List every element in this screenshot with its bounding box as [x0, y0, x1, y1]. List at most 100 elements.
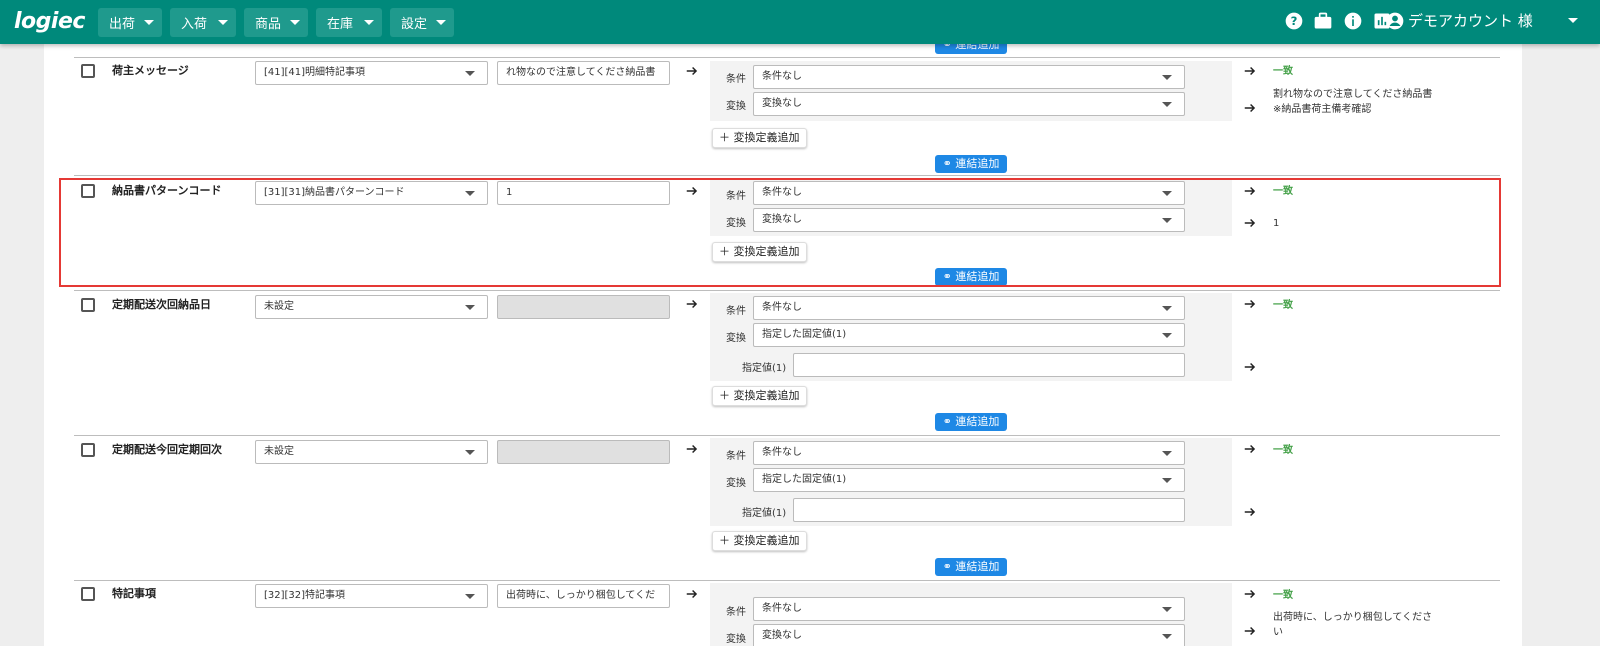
row-checkbox[interactable]: [81, 298, 95, 312]
source-field-select[interactable]: [41][41]明細特記事項: [255, 61, 488, 85]
row-checkbox[interactable]: [81, 184, 95, 198]
nav-settings-label: 設定: [401, 17, 428, 32]
add-transform-definition-button[interactable]: ＋ 変換定義追加: [712, 386, 807, 406]
mapping-panel: ⚭ 連結追加 荷主メッセージ [41][41]明細特記事項 れ物なので注意してく…: [44, 44, 1522, 646]
info-icon[interactable]: [1343, 11, 1363, 31]
transform-value: 指定した固定値(1): [762, 474, 847, 485]
row-divider: [74, 57, 1500, 58]
top-app-bar: logiec 出荷 入荷 商品 在庫 設定 ? デモアカウント 様: [0, 0, 1600, 44]
chevron-down-icon: [1162, 333, 1172, 338]
match-status: 一致: [1273, 186, 1293, 197]
row-divider: [74, 580, 1500, 581]
field-name: 定期配送次回納品日: [112, 298, 211, 311]
link-add-button[interactable]: ⚭ 連結追加: [935, 413, 1007, 431]
add-transform-definition-button[interactable]: ＋ 変換定義追加: [712, 242, 807, 262]
condition-value: 条件なし: [762, 302, 802, 313]
condition-label: 条件: [726, 306, 746, 317]
link-add-button[interactable]: ⚭ 連結追加: [935, 44, 1007, 54]
briefcase-icon[interactable]: [1313, 11, 1333, 31]
row-checkbox[interactable]: [81, 443, 95, 457]
link-add-button[interactable]: ⚭ 連結追加: [935, 268, 1007, 286]
nav-inventory-label: 在庫: [327, 17, 354, 32]
field-name: 荷主メッセージ: [112, 64, 189, 77]
match-status: 一致: [1273, 590, 1293, 601]
account-name[interactable]: デモアカウント 様: [1408, 11, 1533, 31]
link-add-label: 連結追加: [955, 44, 1000, 51]
condition-select[interactable]: 条件なし: [753, 441, 1185, 465]
condition-select[interactable]: 条件なし: [753, 181, 1185, 205]
source-field-select[interactable]: [31][31]納品書パターンコード: [255, 181, 488, 205]
sample-value-input[interactable]: 1: [497, 181, 670, 205]
chevron-down-icon: [1162, 218, 1172, 223]
arrow-right-icon: [685, 587, 699, 601]
field-name: 定期配送今回定期回次: [112, 443, 222, 456]
condition-value: 条件なし: [762, 187, 802, 198]
link-icon: ⚭: [942, 157, 956, 170]
link-add-button[interactable]: ⚭ 連結追加: [935, 155, 1007, 173]
row-checkbox[interactable]: [81, 587, 95, 601]
transform-select[interactable]: 変換なし: [753, 92, 1185, 116]
account-circle-icon[interactable]: [1385, 11, 1405, 31]
fixed-value-label: 指定値(1): [742, 508, 787, 519]
link-icon: ⚭: [942, 415, 956, 428]
link-add-button[interactable]: ⚭ 連結追加: [935, 558, 1007, 576]
fixed-value-label: 指定値(1): [742, 363, 787, 374]
link-add-label: 連結追加: [955, 415, 1000, 428]
result-value: 1: [1273, 218, 1280, 229]
nav-shipping-menu[interactable]: 出荷: [98, 8, 162, 37]
nav-inventory-menu[interactable]: 在庫: [316, 8, 382, 37]
source-field-select[interactable]: 未設定: [255, 440, 488, 464]
link-icon: ⚭: [942, 560, 956, 573]
logo[interactable]: logiec: [14, 9, 85, 34]
nav-receiving-menu[interactable]: 入荷: [170, 8, 236, 37]
transform-label: 変換: [726, 333, 746, 344]
add-transform-definition-button[interactable]: ＋ 変換定義追加: [712, 128, 807, 148]
fixed-value-input[interactable]: [793, 498, 1185, 522]
transform-select[interactable]: 変換なし: [753, 624, 1185, 646]
chevron-down-icon: [1162, 191, 1172, 196]
arrow-right-icon: [685, 64, 699, 78]
add-transform-definition-button[interactable]: ＋ 変換定義追加: [712, 531, 807, 551]
chevron-down-icon: [1162, 451, 1172, 456]
link-icon: ⚭: [942, 270, 956, 283]
help-circle-icon[interactable]: ?: [1284, 11, 1304, 31]
sample-value-input[interactable]: れ物なので注意してくださ納品書: [497, 61, 670, 85]
link-add-label: 連結追加: [955, 270, 1000, 283]
source-field-value: 未設定: [264, 446, 294, 457]
nav-settings-menu[interactable]: 設定: [390, 8, 454, 37]
transform-select[interactable]: 指定した固定値(1): [753, 323, 1185, 347]
fixed-value-input[interactable]: [793, 353, 1185, 377]
row-checkbox[interactable]: [81, 64, 95, 78]
transform-select[interactable]: 指定した固定値(1): [753, 468, 1185, 492]
link-add-label: 連結追加: [955, 560, 1000, 573]
field-name: 納品書パターンコード: [112, 184, 222, 197]
source-field-value: [41][41]明細特記事項: [264, 67, 366, 78]
chevron-down-icon[interactable]: [1568, 18, 1578, 23]
source-field-select[interactable]: [32][32]特記事項: [255, 584, 488, 608]
condition-value: 条件なし: [762, 71, 802, 82]
chevron-down-icon: [218, 20, 228, 25]
source-field-value: [32][32]特記事項: [264, 590, 346, 601]
arrow-right-icon: [685, 297, 699, 311]
condition-select[interactable]: 条件なし: [753, 296, 1185, 320]
svg-text:?: ?: [1291, 14, 1298, 28]
row-divider: [74, 290, 1500, 291]
sample-value: 1: [506, 187, 513, 198]
condition-value: 条件なし: [762, 447, 802, 458]
condition-label: 条件: [726, 74, 746, 85]
transform-definition-box: 条件 条件なし 変換 指定した固定値(1) 指定値(1): [710, 438, 1232, 526]
chevron-down-icon: [1162, 75, 1172, 80]
chevron-down-icon: [1162, 634, 1172, 639]
condition-select[interactable]: 条件なし: [753, 597, 1185, 621]
source-field-select[interactable]: 未設定: [255, 295, 488, 319]
sample-value-input: [497, 295, 670, 319]
chevron-down-icon: [1162, 102, 1172, 107]
nav-products-menu[interactable]: 商品: [244, 8, 308, 37]
transform-label: 変換: [726, 478, 746, 489]
arrow-right-icon: [1243, 442, 1257, 456]
transform-select[interactable]: 変換なし: [753, 208, 1185, 232]
condition-select[interactable]: 条件なし: [753, 65, 1185, 89]
arrow-right-icon: [1243, 101, 1257, 115]
chevron-down-icon: [465, 71, 475, 76]
sample-value-input[interactable]: 出荷時に、しっかり梱包してくだ: [497, 584, 670, 608]
